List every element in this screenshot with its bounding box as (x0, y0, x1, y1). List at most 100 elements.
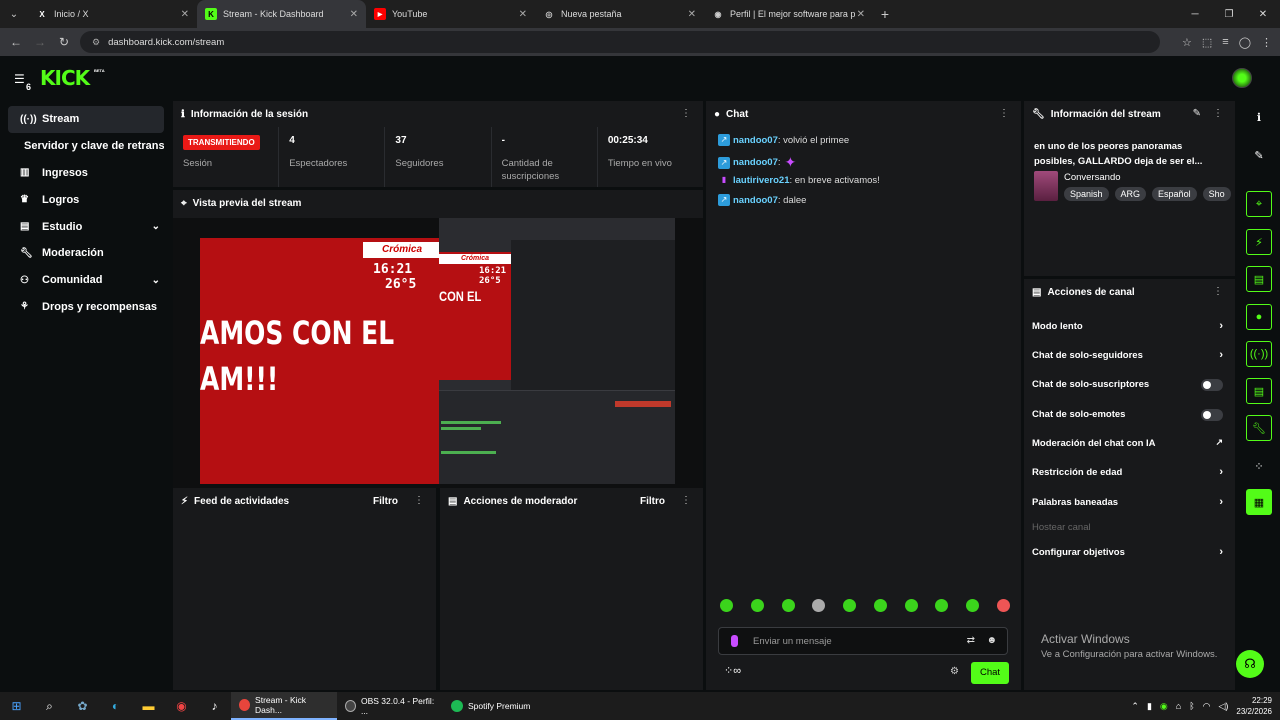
taskbar-app-spotify[interactable]: Spotify Premium (443, 692, 549, 720)
chat-username[interactable]: nandoo07 (733, 135, 778, 146)
edge-icon[interactable]: ◐ (99, 692, 132, 720)
action-age-restriction[interactable]: Restricción de edad › (1032, 466, 1223, 481)
emote-icon[interactable] (904, 599, 918, 612)
reload-icon[interactable]: ↻ (52, 35, 76, 49)
chevron-up-icon[interactable]: ⌃ (1131, 701, 1139, 712)
kick-logo[interactable]: KICK (40, 66, 90, 90)
network-icon[interactable]: ⌂ (1176, 701, 1181, 711)
search-icon[interactable]: ⌕ (33, 692, 66, 720)
action-goals[interactable]: Configurar objetivos › (1032, 546, 1223, 561)
emote-icon[interactable] (873, 599, 887, 612)
category-name[interactable]: Conversando (1064, 172, 1121, 183)
file-explorer-icon[interactable]: ▬ (132, 692, 165, 720)
broadcast-toggle-icon[interactable]: ((·)) (1246, 341, 1272, 367)
drops-icon[interactable]: ⁘ (1246, 453, 1272, 479)
emote-icon[interactable] (812, 599, 826, 612)
emote-icon[interactable] (996, 599, 1010, 612)
volume-icon[interactable]: ◁) (1218, 701, 1228, 712)
tab-obs[interactable]: ◉ Perfil | El mejor software para p ✕ (704, 0, 873, 28)
filter-button[interactable]: Filtro (373, 496, 398, 507)
emote-icon[interactable] (843, 599, 857, 612)
close-icon[interactable]: ✕ (181, 9, 189, 20)
more-vertical-icon[interactable]: ⋮ (1213, 286, 1223, 297)
extensions-icon[interactable]: ⬚ (1202, 36, 1212, 49)
emoji-icon[interactable]: ☻ (986, 635, 997, 646)
filter-button[interactable]: Filtro (640, 496, 665, 507)
wifi-icon[interactable]: ◠ (1203, 701, 1211, 712)
sidebar-item-drops[interactable]: ⚘ Drops y recompensas (8, 294, 164, 321)
tag[interactable]: Sho (1202, 187, 1231, 201)
emote-icon[interactable] (966, 599, 980, 612)
tab-search-icon[interactable]: ⌄ (0, 0, 28, 28)
emote-icon[interactable] (781, 599, 795, 612)
wrench-toggle-icon[interactable]: 🔧︎ (1246, 415, 1272, 441)
bolt-toggle-icon[interactable]: ⚡︎ (1246, 229, 1272, 255)
more-vertical-icon[interactable]: ⋮ (414, 495, 424, 506)
tab-x[interactable]: X Inicio / X ✕ (28, 0, 197, 28)
gear-icon[interactable]: ⚙ (950, 666, 959, 677)
chat-username[interactable]: nandoo07 (733, 157, 778, 168)
copilot-icon[interactable]: ✿ (66, 692, 99, 720)
more-vertical-icon[interactable]: ⋮ (1213, 108, 1223, 119)
action-ai-moderation[interactable]: Moderación del chat con IA ↗ (1032, 437, 1223, 452)
sidebar-item-comunidad[interactable]: ⚇ Comunidad ⌄ (8, 267, 164, 294)
emote-icon[interactable] (935, 599, 949, 612)
infinity-icon[interactable]: ⁘∞ (724, 664, 741, 677)
stream-preview-video[interactable]: AMOS CON EL AM!!! Crómica 16:21 26°5 Cró… (173, 218, 703, 488)
tiktok-icon[interactable]: ♪ (198, 692, 231, 720)
avatar[interactable] (1232, 68, 1252, 88)
action-banned-words[interactable]: Palabras baneadas › (1032, 496, 1223, 511)
windows-start-icon[interactable]: ⊞ (0, 692, 33, 720)
close-icon[interactable]: ✕ (857, 9, 865, 20)
maximize-icon[interactable]: ❐ (1212, 0, 1246, 28)
menu-icon[interactable]: ☰ (14, 72, 25, 86)
sidebar-item-moderacion[interactable]: 🔧︎ Moderación (8, 240, 164, 267)
system-clock[interactable]: 22:29 23/2/2026 (1236, 695, 1272, 717)
action-followers-only[interactable]: Chat de solo-seguidores › (1032, 349, 1223, 364)
close-icon[interactable]: ✕ (688, 9, 696, 20)
media-icon[interactable]: ≡ (1222, 36, 1228, 48)
toggle-switch[interactable] (1201, 409, 1223, 421)
chat-toggle-icon[interactable]: ● (1246, 304, 1272, 330)
translate-icon[interactable]: ⇄ (967, 635, 975, 646)
close-icon[interactable]: ✕ (519, 9, 527, 20)
site-info-icon[interactable]: ⚙ (92, 37, 100, 48)
emote-icon[interactable] (720, 599, 733, 612)
emote-icon[interactable] (750, 599, 764, 612)
bookmark-star-icon[interactable]: ☆ (1182, 36, 1192, 49)
toggle-switch[interactable] (1201, 379, 1223, 391)
url-input[interactable]: ⚙ dashboard.kick.com/stream (80, 31, 1160, 53)
chat-username[interactable]: nandoo07 (733, 195, 778, 206)
close-icon[interactable]: ✕ (350, 9, 358, 20)
tag[interactable]: Español (1152, 187, 1197, 201)
tab-new[interactable]: ◎ Nueva pestaña ✕ (535, 0, 704, 28)
minimize-icon[interactable]: ─ (1178, 0, 1212, 28)
tag[interactable]: Spanish (1064, 187, 1109, 201)
more-vertical-icon[interactable]: ⋮ (681, 495, 691, 506)
sidebar-item-logros[interactable]: ♛ Logros (8, 186, 164, 213)
edit-pencil-icon[interactable]: ✎ (1193, 108, 1201, 119)
mic-icon[interactable]: ▮ (1147, 701, 1152, 712)
more-icon[interactable]: ⋮ (1261, 36, 1272, 49)
tab-youtube[interactable]: ▶ YouTube ✕ (366, 0, 535, 28)
chat-message-input[interactable]: Enviar un mensaje ⇄ ☻ (718, 627, 1008, 655)
sidebar-item-stream[interactable]: ((·)) Stream (8, 106, 164, 133)
chat-username[interactable]: lautirivero21 (733, 175, 790, 186)
chat-send-button[interactable]: Chat (971, 662, 1009, 684)
support-icon[interactable]: ☊ (1236, 650, 1264, 678)
new-tab-icon[interactable]: + (873, 6, 897, 22)
profile-icon[interactable]: ◯ (1239, 36, 1251, 49)
back-icon[interactable]: ← (4, 35, 28, 49)
sidebar-item-estudio[interactable]: ▤ Estudio ⌄ (8, 213, 164, 240)
taskbar-app-obs[interactable]: OBS 32.0.4 - Perfil: ... (337, 692, 443, 720)
mic-icon[interactable] (731, 635, 738, 647)
tab-kick[interactable]: K Stream - Kick Dashboard ✕ (197, 0, 366, 28)
actions-toggle-icon[interactable]: ▤ (1246, 378, 1272, 404)
taskbar-app-chrome[interactable]: Stream - Kick Dash... (231, 692, 337, 720)
edit-pencil-icon[interactable]: ✎ (1246, 142, 1272, 168)
sidebar-item-ingresos[interactable]: ▥ Ingresos (8, 160, 164, 187)
close-window-icon[interactable]: ✕ (1246, 0, 1280, 28)
forward-icon[interactable]: → (28, 35, 52, 49)
chrome-icon[interactable]: ◉ (165, 692, 198, 720)
more-vertical-icon[interactable]: ⋮ (681, 108, 691, 119)
